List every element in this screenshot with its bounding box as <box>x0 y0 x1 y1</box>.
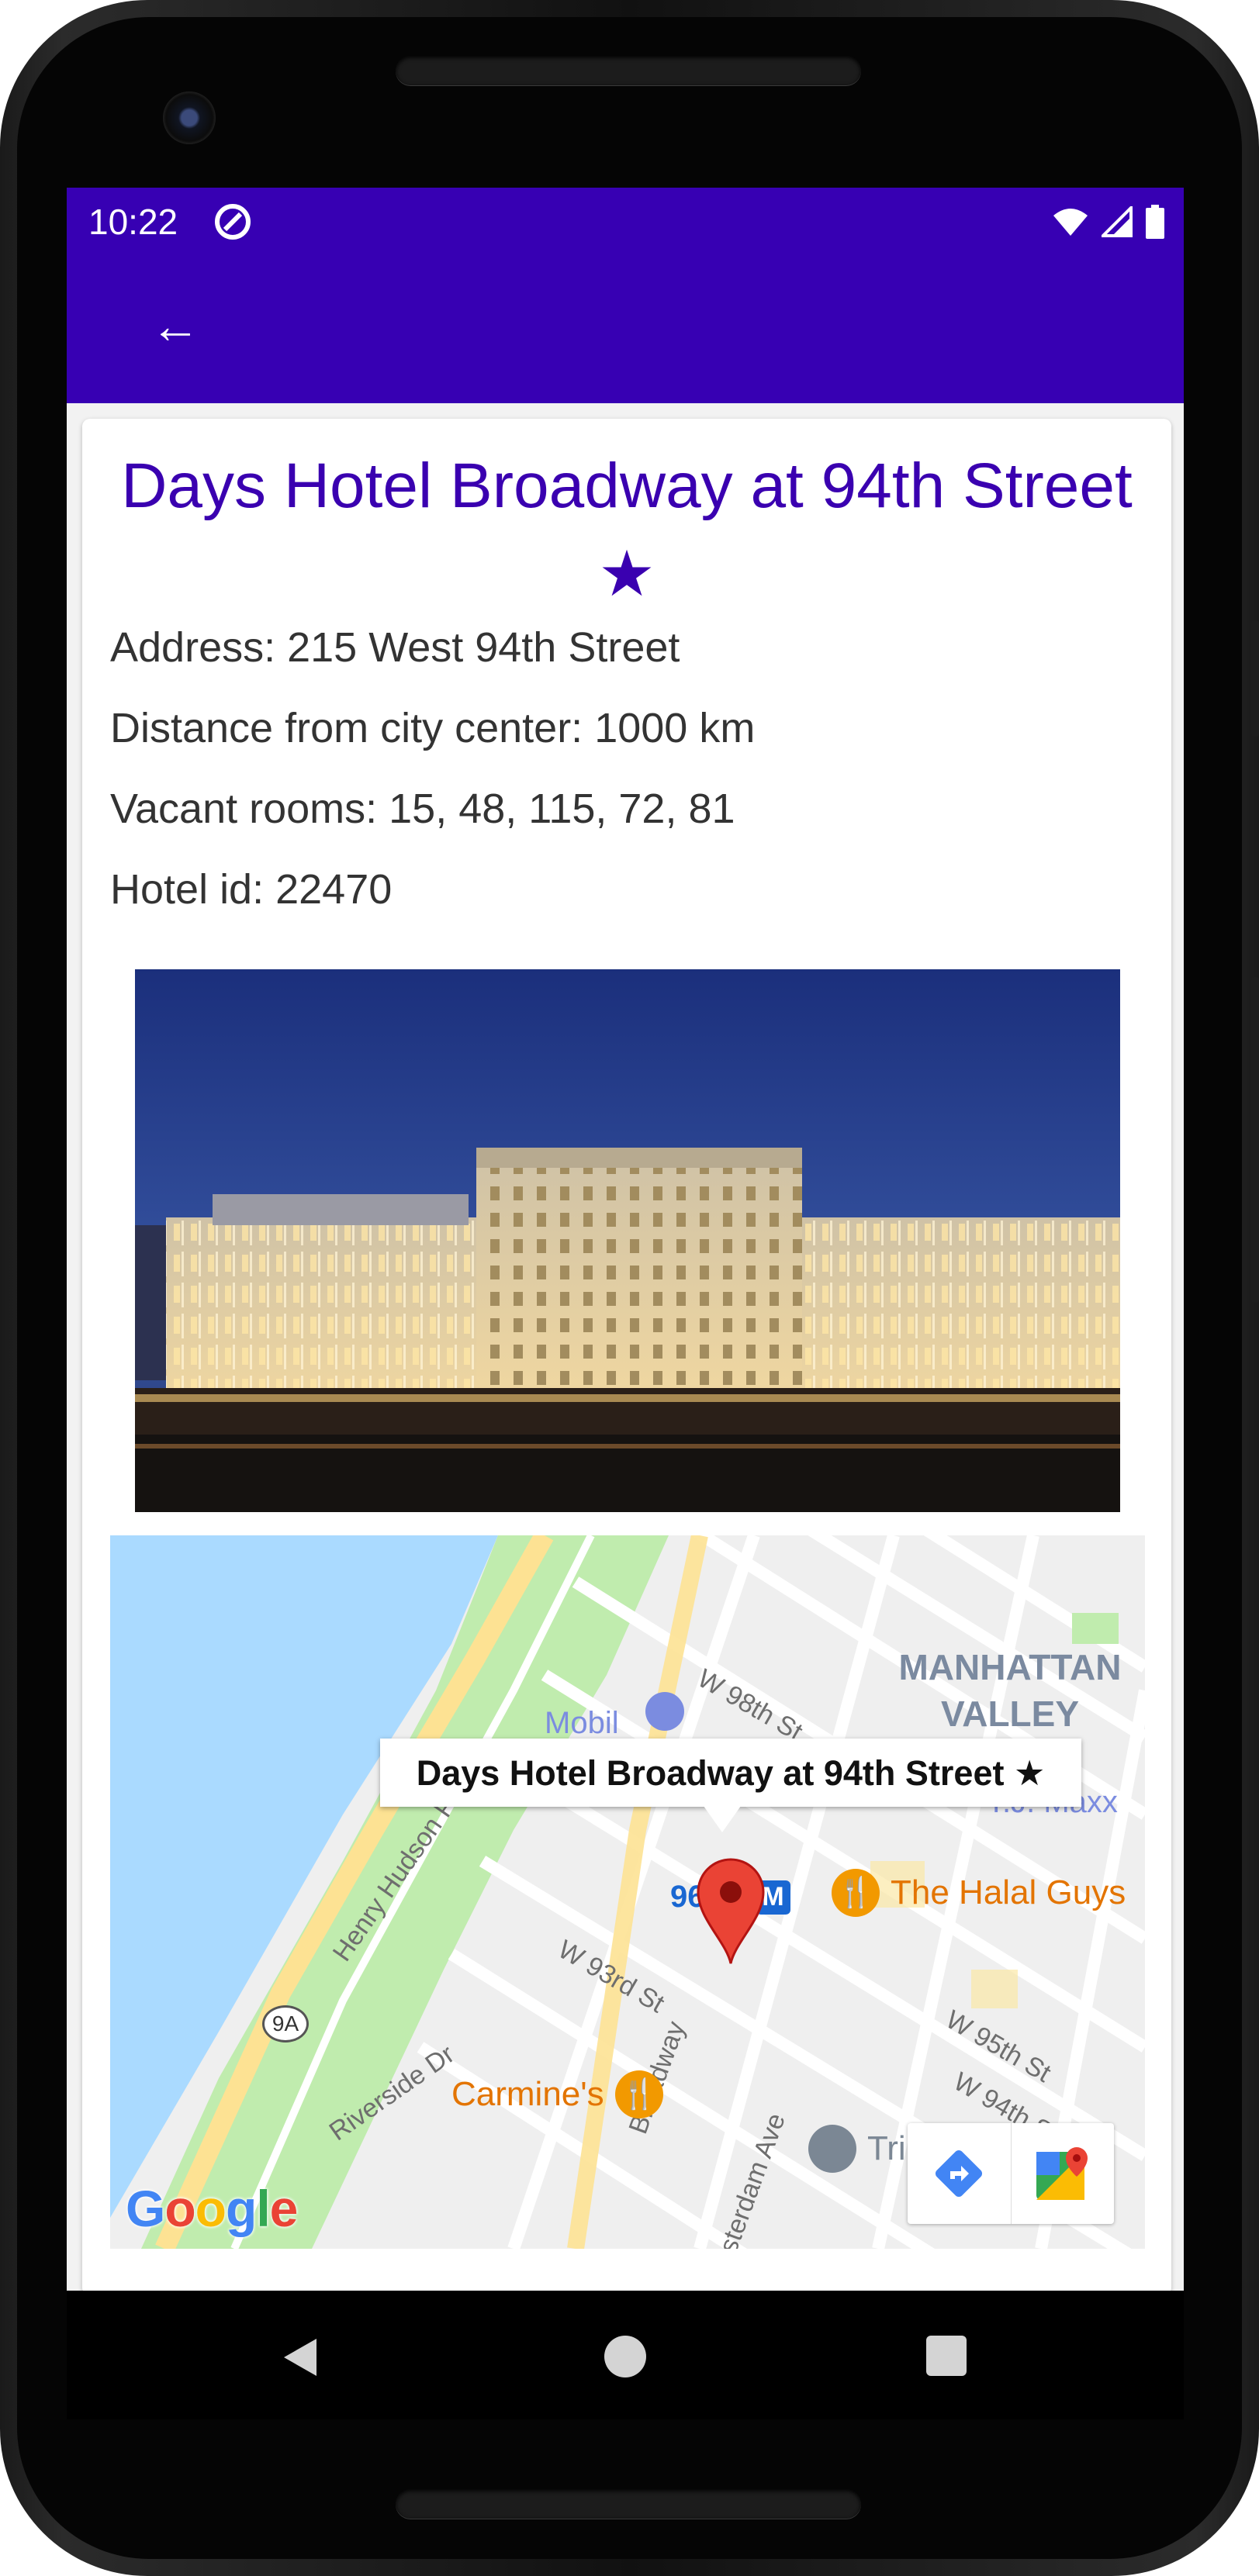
top-speaker-grille <box>396 56 861 85</box>
bottom-speaker-grille <box>396 2489 861 2519</box>
restaurant-icon: 🍴 <box>832 1869 880 1917</box>
system-navigation-bar <box>67 2291 1184 2419</box>
screen: 10:22 ← Days Hotel Broadway at 94th Stre… <box>67 188 1184 2419</box>
map-toolbar <box>908 2123 1114 2224</box>
mobil-poi[interactable]: Mobil <box>545 1692 684 1741</box>
hotel-card: Days Hotel Broadway at 94th Street ★ Add… <box>82 419 1171 2295</box>
restaurant-icon: 🍴 <box>614 2070 663 2118</box>
carmines-label: Carmine's <box>451 2075 604 2113</box>
google-logo: Google <box>126 2180 298 2237</box>
device-frame: 10:22 ← Days Hotel Broadway at 94th Stre… <box>0 0 1259 2576</box>
hotel-address: Address: 215 West 94th Street <box>110 624 680 671</box>
info-window-tail <box>704 1806 741 1832</box>
halal-guys-poi[interactable]: 🍴 The Halal Guys <box>832 1869 1126 1917</box>
status-icons <box>1052 202 1165 242</box>
mobil-label: Mobil <box>545 1706 619 1740</box>
marker-info-window[interactable]: Days Hotel Broadway at 94th Street ★ <box>380 1739 1081 1807</box>
signal-icon <box>1102 206 1133 237</box>
neighborhood-label-line2: VALLEY <box>940 1694 1080 1734</box>
wifi-icon <box>1053 209 1088 236</box>
school-icon <box>808 2125 856 2173</box>
directions-button[interactable] <box>908 2123 1011 2224</box>
arrow-left-icon: ← <box>150 298 200 354</box>
neighborhood-label-line1: MANHATTAN <box>898 1647 1122 1687</box>
google-maps-icon <box>1036 2147 1088 2200</box>
hotel-vacant-rooms: Vacant rooms: 15, 48, 115, 72, 81 <box>110 786 735 832</box>
status-bar: 10:22 <box>67 188 1184 256</box>
map-view[interactable]: MANHATTAN VALLEY W 98th St W 95th St W 9… <box>110 1535 1145 2249</box>
gas-station-icon <box>645 1692 684 1731</box>
carmines-poi[interactable]: Carmine's 🍴 <box>451 2070 663 2118</box>
halal-guys-label: The Halal Guys <box>891 1873 1126 1911</box>
hotel-marker-icon[interactable] <box>695 1856 766 1965</box>
front-camera <box>163 92 216 144</box>
directions-icon <box>936 2150 983 2198</box>
nav-recents-icon[interactable] <box>926 2336 967 2376</box>
hotel-id: Hotel id: 22470 <box>110 866 393 913</box>
hotel-photo <box>135 969 1120 1512</box>
app-notification-icon <box>215 204 251 240</box>
power-button <box>1251 977 1259 1303</box>
route-shield-9a: 9A <box>262 2005 309 2042</box>
volume-button <box>1251 620 1259 737</box>
status-time: 10:22 <box>88 202 178 242</box>
open-in-maps-button[interactable] <box>1010 2123 1115 2224</box>
nav-home-icon[interactable] <box>604 2336 646 2377</box>
hotel-title: Days Hotel Broadway at 94th Street ★ <box>121 451 1133 609</box>
app-bar: ← <box>67 256 1184 403</box>
nav-back-icon[interactable] <box>276 2334 323 2381</box>
hotel-distance: Distance from city center: 1000 km <box>110 705 756 751</box>
battery-icon <box>1146 205 1164 239</box>
neighborhood-label: MANHATTAN VALLEY <box>886 1644 1134 1737</box>
back-button[interactable]: ← <box>137 287 214 364</box>
